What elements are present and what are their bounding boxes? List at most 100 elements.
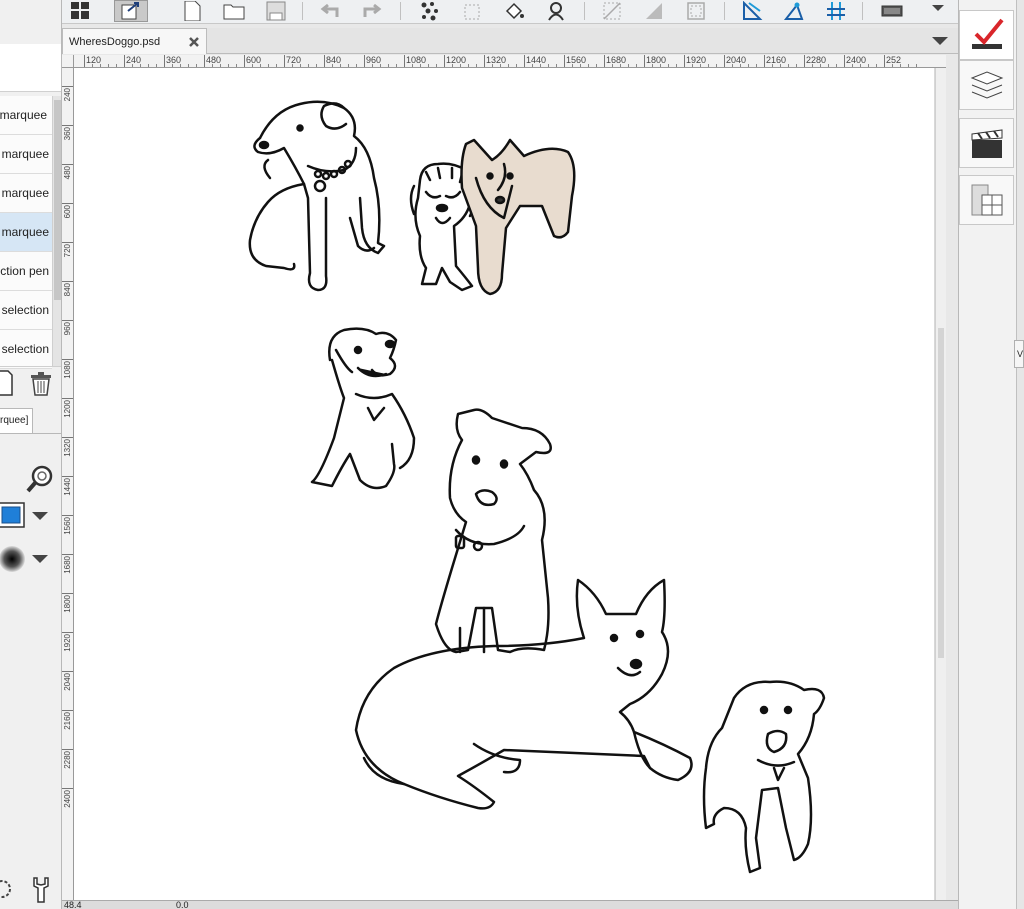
ruler-tick (444, 55, 445, 67)
ruler-minor-tick (628, 64, 629, 67)
new-file-button[interactable] (178, 0, 206, 22)
selection-tool-item[interactable]: marquee (0, 174, 52, 213)
ruler-minor-tick (140, 64, 141, 67)
transform-icon (743, 1, 763, 20)
tab-menu-chevron-icon[interactable] (930, 33, 950, 49)
close-icon[interactable] (188, 36, 200, 48)
ruler-tick-label: 960 (63, 322, 72, 336)
toolbar-overflow-button[interactable] (926, 0, 950, 22)
ruler-minor-tick (220, 64, 221, 67)
ruler-tick (62, 476, 73, 477)
frame-button[interactable] (682, 0, 710, 22)
ruler-minor-tick (228, 64, 229, 67)
perspective-button[interactable] (598, 0, 626, 22)
ruler-minor-tick (492, 64, 493, 67)
ruler-tick (62, 86, 73, 87)
dog-small-standing (704, 682, 824, 872)
selection-tool-label: marquee (1, 147, 49, 161)
selection-tool-item[interactable]: lection pen (0, 252, 52, 291)
share-button[interactable] (114, 0, 148, 22)
dog-shepherd-photo (462, 140, 575, 294)
ruler-minor-tick (620, 64, 621, 67)
wrench-icon[interactable] (28, 874, 56, 904)
ruler-minor-tick (676, 64, 677, 67)
zoom-tool-icon[interactable] (25, 463, 55, 493)
panel-bottom-tools (0, 870, 61, 909)
tool-options-tab[interactable]: rquee] (0, 408, 33, 434)
panel-button[interactable] (874, 0, 910, 22)
puppet-icon (548, 2, 564, 21)
open-file-button[interactable] (220, 0, 248, 22)
dog-drawing-artwork[interactable] (74, 68, 934, 901)
animation-button[interactable] (959, 118, 1014, 168)
crop-icon (464, 4, 480, 20)
puppet-warp-button[interactable] (542, 0, 570, 22)
library-button[interactable] (959, 175, 1014, 225)
redo-button[interactable] (358, 0, 386, 22)
collapsed-panel-tab[interactable]: V (1014, 340, 1024, 368)
tool-list-scrollbar[interactable] (52, 96, 61, 366)
ruler-tick-label: 1440 (63, 478, 72, 496)
selection-tool-item[interactable]: marquee (0, 96, 52, 135)
ruler-tick (124, 55, 125, 67)
grid-view-button[interactable] (66, 0, 94, 22)
spinner-icon[interactable] (0, 876, 16, 902)
selection-tool-label: marquee (1, 225, 49, 239)
scrollbar-thumb[interactable] (54, 100, 61, 300)
adjustments-button[interactable] (959, 10, 1014, 60)
transform-button[interactable] (738, 0, 766, 22)
skew-button[interactable] (780, 0, 808, 22)
canvas-viewport[interactable] (74, 68, 946, 901)
gradient-button[interactable] (640, 0, 668, 22)
ruler-minor-tick (188, 64, 189, 67)
new-file-icon (184, 1, 201, 21)
ruler-minor-tick (236, 64, 237, 67)
canvas-vertical-scrollbar[interactable] (935, 68, 946, 901)
undo-button[interactable] (316, 0, 344, 22)
tool-options-panel: marquee marquee marquee marquee lection pen s… (0, 0, 62, 909)
ruler-minor-tick (148, 64, 149, 67)
color-swatch-dropdown[interactable] (0, 500, 50, 530)
ruler-minor-tick (108, 64, 109, 67)
artboard[interactable] (74, 68, 934, 901)
scrollbar-thumb[interactable] (938, 328, 944, 658)
layers-button[interactable] (959, 60, 1014, 110)
ruler-minor-tick (356, 64, 357, 67)
ruler-tick-label: 360 (166, 55, 182, 65)
ruler-tick-label: 1200 (446, 55, 467, 65)
fill-button[interactable] (500, 0, 528, 22)
ruler-minor-tick (636, 64, 637, 67)
selection-tool-item[interactable]: selection (0, 330, 52, 369)
library-icon (971, 184, 1002, 216)
selection-tool-item[interactable]: selection (0, 291, 52, 330)
ruler-tick-label: 1560 (63, 517, 72, 535)
new-preset-icon[interactable] (0, 369, 14, 397)
ruler-tick (724, 55, 725, 67)
ruler-minor-tick (436, 64, 437, 67)
scatter-button[interactable] (416, 0, 444, 22)
save-icon (266, 1, 286, 21)
ruler-tick-label: 480 (63, 166, 72, 180)
selection-tool-item[interactable]: marquee (0, 135, 52, 174)
ruler-minor-tick (340, 64, 341, 67)
frame-icon (687, 2, 705, 20)
crop-button[interactable] (458, 0, 486, 22)
right-panel-strip (1016, 0, 1024, 909)
chevron-down-icon (32, 512, 48, 520)
ruler-tick (484, 55, 485, 67)
ruler-tick (644, 55, 645, 67)
ruler-tick-label: 1680 (63, 556, 72, 574)
brush-preset-dropdown[interactable] (0, 543, 50, 575)
ruler-minor-tick (660, 64, 661, 67)
document-tab[interactable]: WheresDoggo.psd (62, 28, 207, 54)
ruler-minor-tick (172, 64, 173, 67)
align-button[interactable] (822, 0, 850, 22)
selection-tool-item[interactable]: marquee (0, 213, 52, 252)
ruler-tick-label: 2160 (63, 712, 72, 730)
ruler-minor-tick (252, 64, 253, 67)
toolbar-separator (302, 2, 303, 20)
trash-icon[interactable] (28, 369, 54, 397)
ruler-minor-tick (796, 64, 797, 67)
save-button[interactable] (262, 0, 290, 22)
ruler-tick (62, 593, 73, 594)
